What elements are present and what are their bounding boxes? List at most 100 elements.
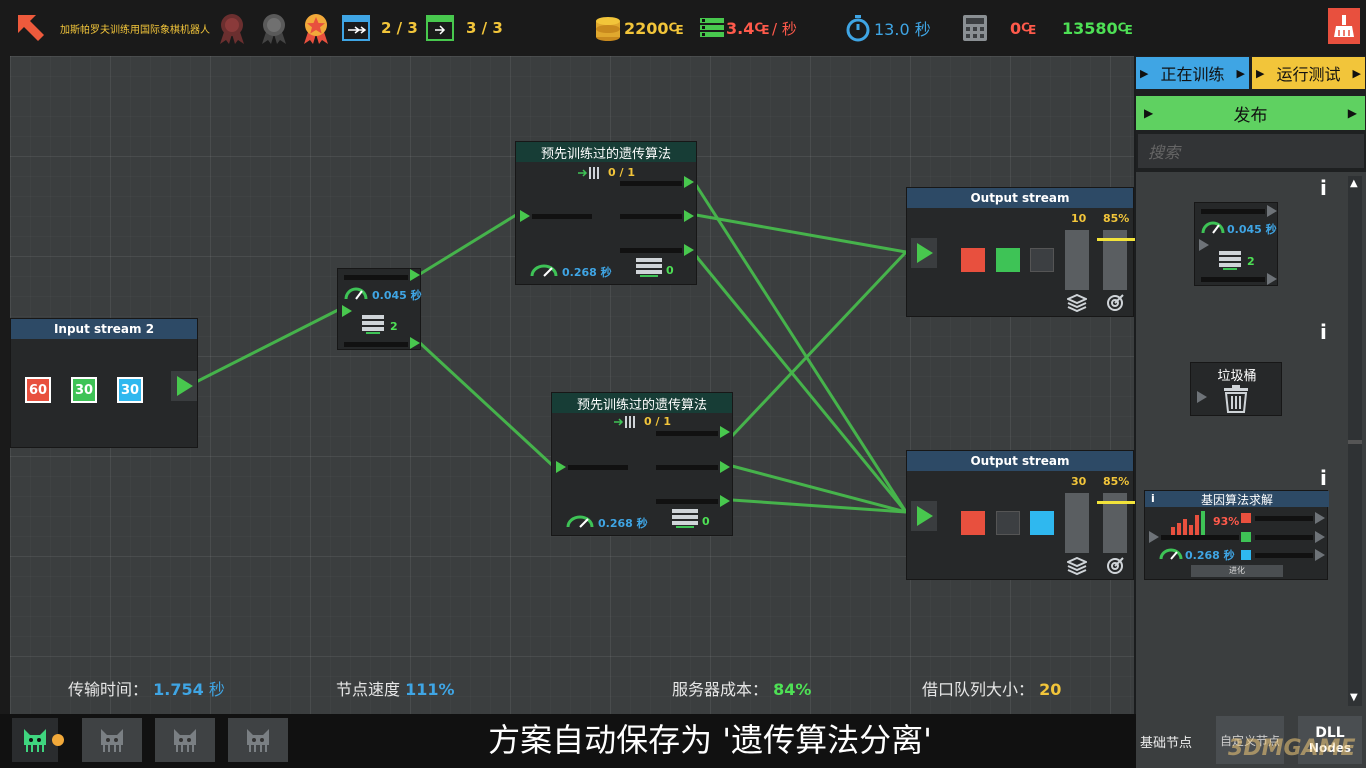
ga-count: 0 xyxy=(666,264,674,277)
transfer-time-value: 1.754 xyxy=(153,680,204,699)
output-port-arrow[interactable] xyxy=(684,176,694,188)
publish-button[interactable]: ▶ 发布 ▶ xyxy=(1136,96,1365,130)
output-port-arrow[interactable] xyxy=(177,376,193,396)
search-input[interactable]: 搜索 xyxy=(1138,134,1364,168)
target-icon xyxy=(1107,557,1124,574)
output-stream-node-top[interactable]: Output stream 10 85% xyxy=(906,187,1135,317)
ga-solver-time: 0.268 秒 xyxy=(1185,549,1235,562)
run-test-button[interactable]: ▶ 运行测试 ▶ xyxy=(1252,57,1365,89)
output-port-arrow[interactable] xyxy=(720,461,730,473)
speedometer-icon xyxy=(566,515,594,528)
play-icon: ▶ xyxy=(1352,66,1361,80)
output-port-arrow[interactable] xyxy=(720,426,730,438)
player-slot-empty[interactable] xyxy=(228,718,288,762)
genetic-algorithm-node-top[interactable]: 预先训练过的遗传算法 0 / 1 0.268 秒 0 xyxy=(515,141,697,285)
scroll-thumb[interactable] xyxy=(1348,440,1362,444)
output-percent: 85% xyxy=(1103,212,1130,225)
server-cost-stat: 服务器成本： 84% xyxy=(672,676,811,700)
ga-solver-header: i 基因算法求解 xyxy=(1145,491,1329,507)
port-bar xyxy=(620,248,682,253)
input-value-green: 30 xyxy=(71,377,97,403)
ga-solver-node[interactable]: i 基因算法求解 93% 0.268 秒 进化 xyxy=(1144,490,1329,580)
port-bar xyxy=(1201,277,1265,282)
counter-datasets: 2 / 3 xyxy=(381,19,418,37)
output-port-arrow[interactable] xyxy=(410,337,420,349)
play-icon: ▶ xyxy=(1256,66,1265,80)
output-port-arrow[interactable] xyxy=(684,244,694,256)
output-stream-node-bottom[interactable]: Output stream 30 85% xyxy=(906,450,1135,580)
queue-bar xyxy=(1065,230,1089,290)
back-arrow-icon[interactable] xyxy=(14,0,48,56)
queue-size-stat: 借口队列大小： 20 xyxy=(922,676,1061,700)
evolve-button[interactable]: 进化 xyxy=(1191,565,1283,577)
speed-time: 0.045 秒 xyxy=(372,289,422,302)
training-button[interactable]: ▶ 正在训练 ▶ xyxy=(1136,57,1249,89)
input-port-arrow[interactable] xyxy=(342,305,352,317)
speedometer-icon xyxy=(1159,548,1183,560)
rate-value: 3.4₠ xyxy=(726,18,770,38)
status-dot xyxy=(52,734,64,746)
player-slot-empty[interactable] xyxy=(155,718,215,762)
sidebar-scrollbar[interactable]: ▲ ▼ xyxy=(1348,176,1362,706)
port-bar xyxy=(1255,553,1313,558)
server-rate-icon xyxy=(700,0,724,56)
port-bar xyxy=(656,499,718,504)
info-icon[interactable]: i xyxy=(1320,176,1327,200)
coins-icon xyxy=(594,0,622,56)
output-port-arrow[interactable] xyxy=(720,495,730,507)
palette-speed-node[interactable]: 0.045 秒 2 xyxy=(1194,202,1278,286)
output-port-arrow xyxy=(1315,531,1325,543)
tab-basic-nodes[interactable]: 基础节点 xyxy=(1140,732,1192,751)
queue-bar xyxy=(1065,493,1089,553)
output-color-red xyxy=(1241,513,1251,523)
scroll-up-icon[interactable]: ▲ xyxy=(1350,178,1358,189)
info-icon[interactable]: i xyxy=(1320,466,1327,490)
speedometer-icon xyxy=(530,264,558,277)
port-bar xyxy=(1161,535,1239,540)
trash-node[interactable]: 垃圾桶 xyxy=(1190,362,1282,416)
medal-icon xyxy=(214,0,250,56)
port-bar xyxy=(532,214,592,219)
stopwatch-icon xyxy=(846,0,870,56)
robot-cat-icon xyxy=(174,729,196,752)
output-port-arrow[interactable] xyxy=(410,269,420,281)
coins-value: 2200₠ xyxy=(624,18,684,38)
output-port-arrow xyxy=(1315,512,1325,524)
input-port-arrow xyxy=(1197,391,1207,403)
bar-chart-icon xyxy=(1171,511,1205,535)
transfer-time-unit: 秒 xyxy=(208,680,225,699)
port-bar xyxy=(344,342,408,347)
output-color-blue xyxy=(1241,550,1251,560)
ga-ratio: 0 / 1 xyxy=(644,415,671,428)
queue-size-value: 20 xyxy=(1039,680,1062,699)
watermark: 3DMGAME xyxy=(1228,736,1356,761)
speed-node[interactable]: 0.045 秒 2 xyxy=(337,268,422,350)
dataset-icon xyxy=(342,0,370,56)
input-port-arrow[interactable] xyxy=(917,243,933,263)
input-stream-node[interactable]: Input stream 2 60 30 30 xyxy=(10,318,198,448)
output-color-green xyxy=(1241,532,1251,542)
port-bar xyxy=(568,465,628,470)
input-port-arrow[interactable] xyxy=(917,506,933,526)
port-bar xyxy=(656,431,718,436)
input-port-arrow[interactable] xyxy=(556,461,566,473)
input-stream-title: Input stream 2 xyxy=(11,319,197,339)
top-bar: 加斯帕罗夫训练用国际象棋机器人 2 / 3 3 / 3 2200₠ 3.4₠ /… xyxy=(0,0,1366,56)
output-slot-green xyxy=(996,248,1020,272)
ga-node-title: 预先训练过的遗传算法 xyxy=(516,142,696,162)
output-port-arrow xyxy=(1267,205,1277,217)
genetic-algorithm-node-bottom[interactable]: 预先训练过的遗传算法 0 / 1 0.268 秒 0 xyxy=(551,392,733,536)
input-port-arrow[interactable] xyxy=(520,210,530,222)
ga-solver-percent: 93% xyxy=(1213,515,1240,528)
clear-broom-icon[interactable] xyxy=(1328,8,1360,44)
ga-solver-title: 基因算法求解 xyxy=(1200,493,1273,507)
input-port-arrow xyxy=(1199,239,1209,251)
output-port-arrow[interactable] xyxy=(684,210,694,222)
trash-label: 垃圾桶 xyxy=(1217,369,1257,384)
ga-ratio: 0 / 1 xyxy=(608,166,635,179)
play-icon: ▶ xyxy=(1140,66,1149,80)
player-slot-empty[interactable] xyxy=(82,718,142,762)
server-icon xyxy=(1219,251,1241,270)
scroll-down-icon[interactable]: ▼ xyxy=(1350,692,1358,703)
info-icon[interactable]: i xyxy=(1320,320,1327,344)
